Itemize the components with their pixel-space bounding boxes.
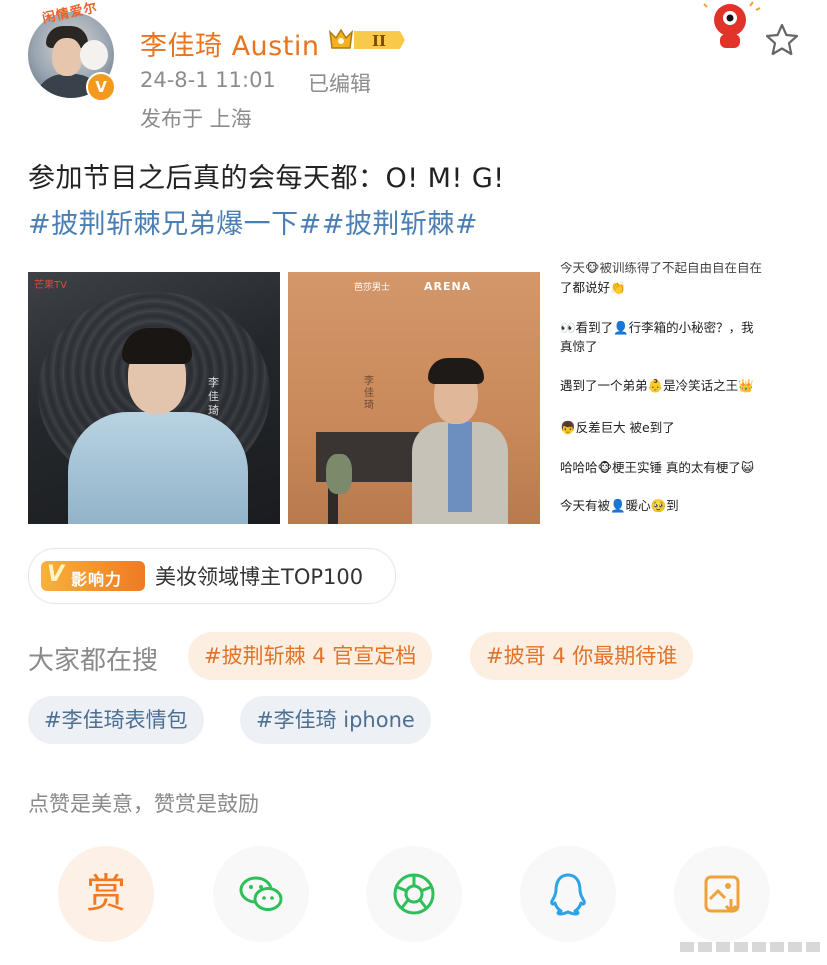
post-hashtags[interactable]: #披荆斩棘兄弟爆一下##披荆斩棘# xyxy=(28,202,478,241)
reward-icon: 赏 xyxy=(86,871,126,917)
image-text-line: 真惊了 xyxy=(560,339,598,354)
influence-badge[interactable]: V 影响力 美妆领域博主TOP100 xyxy=(28,548,396,604)
person-shirt xyxy=(448,422,472,512)
search-pill[interactable]: #披哥 4 你最期待谁 xyxy=(470,632,694,680)
person-hair xyxy=(428,358,484,384)
image-brand-b: ARENA xyxy=(424,280,472,293)
image-logo: 芒果TV xyxy=(34,280,67,291)
image-text-line: 今天🐵被训练得了不起自由自在自在 xyxy=(560,262,762,275)
avatar-face xyxy=(52,38,82,76)
image-vertical-name: 李佳琦 xyxy=(364,376,374,411)
post-timestamp: 24-8-1 11:01 xyxy=(140,68,276,92)
person-hair xyxy=(122,328,192,364)
toy-doll xyxy=(326,454,352,494)
post-location: 发布于 上海 xyxy=(140,107,252,131)
search-label: 大家都在搜 xyxy=(28,646,159,676)
reward-slogan: 点赞是美意，赞赏是鼓励 xyxy=(28,792,259,816)
username[interactable]: 李佳琦 Austin xyxy=(140,24,319,63)
image-text-line: 👦反差巨大 被e到了 xyxy=(560,420,675,435)
moments-icon xyxy=(393,873,435,915)
post-image-1[interactable]: 芒果TV 李佳琦 xyxy=(28,272,280,524)
wechat-share-button[interactable] xyxy=(213,846,309,942)
badge-level: II xyxy=(372,32,386,50)
search-pill[interactable]: #李佳琦 iphone xyxy=(240,696,431,744)
verified-badge-icon: V xyxy=(86,72,116,102)
moments-share-button[interactable] xyxy=(366,846,462,942)
favorite-star-icon[interactable] xyxy=(764,22,800,58)
reward-button[interactable]: 赏 xyxy=(58,846,154,942)
mascot-icon[interactable] xyxy=(700,0,764,50)
influence-label: 美妆领域博主TOP100 xyxy=(155,565,364,589)
image-brand-a: 芭莎男士 xyxy=(354,283,391,293)
save-image-button[interactable] xyxy=(674,846,770,942)
save-image-icon xyxy=(704,875,740,914)
person-coat xyxy=(68,412,248,524)
crown-level-badge-icon[interactable]: II xyxy=(326,26,406,54)
influence-logo: V 影响力 xyxy=(41,561,145,591)
image-text-line: 今天有被👤暖心🥹到 xyxy=(560,498,679,513)
qq-icon xyxy=(550,873,586,916)
avatar-dog xyxy=(80,40,108,70)
post-text: 参加节目之后真的会每天都：O! M! G! xyxy=(28,163,505,194)
search-pill[interactable]: #李佳琦表情包 xyxy=(28,696,204,744)
image-text-line: 遇到了一个弟弟👶是冷笑话之王👑 xyxy=(560,378,754,393)
influence-v-icon: V xyxy=(47,562,65,587)
search-pill[interactable]: #披荆斩棘 4 官宣定档 xyxy=(188,632,433,680)
post-image-2[interactable]: 芭莎男士 ARENA 李佳琦 xyxy=(288,272,540,524)
influence-logo-text: 影响力 xyxy=(71,570,123,589)
image-text-line: 👀看到了👤行李箱的小秘密？，我 xyxy=(560,320,754,335)
image-text-line: 了都说好👏 xyxy=(560,280,626,295)
image-vertical-name: 李佳琦 xyxy=(208,376,219,417)
watermark-icon xyxy=(680,942,820,952)
wechat-icon xyxy=(239,876,283,911)
post-image-3[interactable]: 今天🐵被训练得了不起自由自在自在 了都说好👏 👀看到了👤行李箱的小秘密？，我 真… xyxy=(548,262,808,524)
image-text-line: 哈哈哈🐵梗王实锤 真的太有梗了😺 xyxy=(560,460,754,475)
edited-label[interactable]: 已编辑 xyxy=(308,68,371,98)
qq-share-button[interactable] xyxy=(520,846,616,942)
